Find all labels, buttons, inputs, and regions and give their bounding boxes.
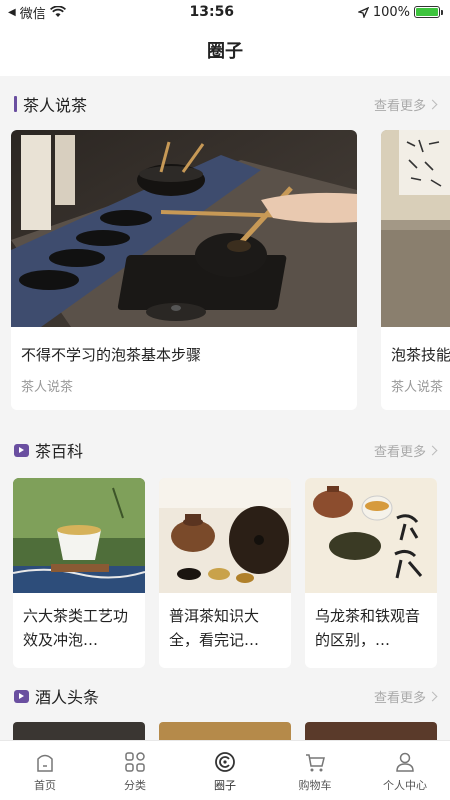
chevron-right-icon	[427, 99, 438, 109]
clock: 13:56	[189, 4, 235, 20]
tab-cart[interactable]: 购物车	[270, 741, 360, 800]
article-card[interactable]: 普洱茶知识大全，看完记…	[159, 478, 291, 668]
tea-cup-image	[13, 478, 145, 593]
status-bar: ◀ 微信 13:56 100%	[0, 0, 450, 24]
card-subtitle: 茶人说茶	[391, 380, 444, 395]
back-arrow-icon[interactable]: ◀	[8, 7, 16, 18]
tab-circle[interactable]: 圈子	[180, 741, 270, 800]
section-marker	[14, 96, 17, 112]
view-more-label: 查看更多	[373, 98, 426, 114]
tab-label: 分类	[124, 779, 146, 792]
card-title: 不得不学习的泡茶基本步骤	[21, 346, 202, 364]
card-title: 普洱茶知识大全，看完记…	[169, 607, 260, 649]
tab-bar: 首页 分类 圈子 购物车 个人中心	[0, 740, 450, 800]
tab-label: 个人中心	[383, 779, 427, 792]
section-header-wine-headlines: 酒人头条 查看更多	[14, 684, 438, 708]
page-title: 圈子	[207, 41, 243, 62]
wifi-icon	[49, 6, 66, 17]
home-icon	[37, 754, 53, 772]
article-card[interactable]: 六大茶类工艺功效及冲泡…	[13, 478, 145, 668]
article-card-preview[interactable]	[13, 722, 145, 740]
section-title: 茶人说茶	[23, 96, 88, 115]
card-title: 乌龙茶和铁观音的区别，…	[315, 607, 421, 649]
oolong-tea-image	[305, 478, 437, 593]
tab-label: 圈子	[214, 779, 236, 792]
chevron-right-icon	[427, 691, 438, 701]
card-title: 六大茶类工艺功效及冲泡…	[23, 607, 129, 649]
section-title: 茶百科	[35, 442, 84, 461]
battery-percent: 100%	[372, 4, 410, 20]
article-card[interactable]: 泡茶技能 茶人说茶	[381, 130, 450, 410]
view-more-label: 查看更多	[373, 444, 426, 460]
tab-profile[interactable]: 个人中心	[360, 741, 450, 800]
chevron-right-icon	[427, 445, 438, 455]
article-card-preview[interactable]	[305, 722, 437, 740]
tab-category[interactable]: 分类	[90, 741, 180, 800]
article-card[interactable]: 不得不学习的泡茶基本步骤 茶人说茶	[11, 130, 357, 410]
article-card[interactable]: 乌龙茶和铁观音的区别，…	[305, 478, 437, 668]
battery-icon	[414, 6, 443, 18]
section-title: 酒人头条	[35, 688, 100, 707]
cart-icon	[306, 754, 325, 772]
tab-label: 首页	[34, 779, 56, 792]
section-header-tea-encyclopedia: 茶百科 查看更多	[14, 438, 438, 462]
user-icon	[396, 752, 414, 772]
location-icon	[357, 6, 369, 18]
tea-ceremony-image	[11, 130, 357, 327]
section-header-tea-talk: 茶人说茶 查看更多	[14, 92, 438, 116]
video-icon	[14, 689, 29, 703]
circle-icon	[215, 752, 235, 772]
view-more-link[interactable]: 查看更多	[373, 441, 438, 460]
card-subtitle: 茶人说茶	[21, 380, 74, 395]
battery-fill	[416, 8, 438, 16]
tab-label: 购物车	[298, 779, 332, 792]
calligraphy-image	[381, 130, 450, 327]
video-icon	[14, 443, 29, 457]
nav-bar: 圈子	[0, 24, 450, 76]
puer-tea-image	[159, 478, 291, 593]
view-more-link[interactable]: 查看更多	[373, 687, 438, 706]
view-more-label: 查看更多	[373, 690, 426, 706]
card-title: 泡茶技能	[391, 346, 450, 364]
category-icon	[125, 752, 145, 772]
article-card-preview[interactable]	[159, 722, 291, 740]
carrier-label: 微信	[19, 6, 46, 22]
tab-home[interactable]: 首页	[0, 741, 90, 800]
view-more-link[interactable]: 查看更多	[373, 95, 438, 114]
